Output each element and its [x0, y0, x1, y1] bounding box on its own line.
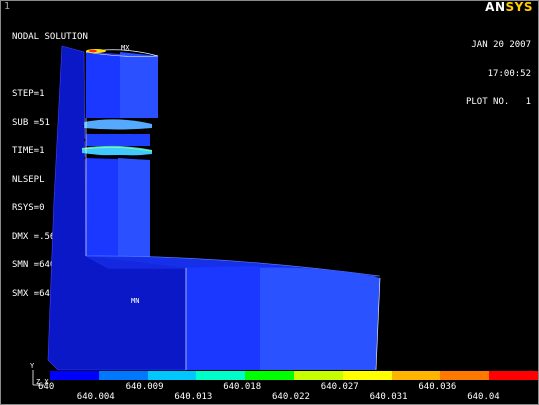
mx-label: MX	[121, 44, 130, 52]
legend-swatch-2	[147, 371, 197, 380]
groove-upper	[84, 119, 152, 130]
legend-swatch-7	[391, 371, 441, 380]
legend-swatch-6	[342, 371, 392, 380]
legend-label-top: 640.009	[125, 382, 164, 392]
legend-swatch-0	[50, 371, 99, 380]
legend-swatch-5	[293, 371, 343, 380]
legend-label-bottom: 640.022	[272, 392, 310, 402]
legend-label-bottom: 640.031	[369, 392, 408, 402]
legend-swatch-8	[440, 371, 490, 380]
mn-label: MN	[131, 297, 139, 305]
legend-label-bottom: 640.004	[76, 392, 115, 402]
legend-label-top: 640.036	[418, 382, 457, 392]
triad-y-label: Y	[30, 362, 35, 370]
contour-legend-bar	[50, 371, 538, 380]
legend-label-top: 640.027	[320, 382, 359, 392]
fe-model-plot[interactable]: MX MN Y Z X	[0, 0, 539, 405]
legend-swatch-4	[245, 371, 294, 380]
legend-label-bottom: 640.04	[467, 392, 500, 402]
legend-swatch-1	[98, 371, 148, 380]
legend-label-top: 640	[38, 382, 55, 392]
legend-label-top: 640.018	[223, 382, 262, 392]
legend-swatch-9	[489, 371, 538, 380]
legend-swatch-3	[196, 371, 246, 380]
legend-label-bottom: 640.013	[174, 392, 213, 402]
